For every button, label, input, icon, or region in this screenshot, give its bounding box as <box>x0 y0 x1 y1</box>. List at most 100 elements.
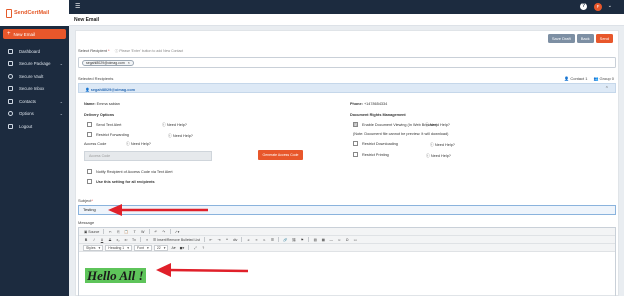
sidebar-item-dashboard[interactable]: Dashboard <box>0 45 69 58</box>
justify-icon[interactable]: ☰ <box>269 237 275 243</box>
spellcheck-icon[interactable]: ✓▾ <box>174 229 181 235</box>
sidebar-item-options[interactable]: Options ⌄ <box>0 108 69 121</box>
bulleted-list-icon[interactable]: ☰ Insert/Remove Bulleted List <box>152 237 201 243</box>
paste-word-icon[interactable]: W <box>140 229 146 235</box>
superscript-icon[interactable]: x² <box>123 237 129 243</box>
use-for-all-checkbox[interactable] <box>87 179 92 184</box>
paste-text-icon[interactable]: T <box>132 229 138 235</box>
enable-web-viewing-checkbox[interactable] <box>353 122 358 127</box>
remove-format-icon[interactable]: Tx <box>131 237 137 243</box>
hamburger-menu-icon[interactable]: ☰ <box>75 3 80 10</box>
recipient-input[interactable]: segahl8029@oimag.com × <box>78 57 616 68</box>
horizontal-line-icon[interactable]: ― <box>328 237 334 243</box>
back-button[interactable]: Back <box>576 34 594 43</box>
anchor-icon[interactable]: ⚑ <box>299 237 305 243</box>
source-button[interactable]: ▣ Source <box>83 229 100 235</box>
iframe-icon[interactable]: ▭ <box>352 237 358 243</box>
link-icon[interactable]: 🔗 <box>282 237 288 243</box>
recipient-panel-header[interactable]: 👤 segahl8029@oimag.com ⌃ <box>78 83 616 93</box>
image-icon[interactable]: ▨ <box>312 237 318 243</box>
paste-icon[interactable]: 📋 <box>123 229 129 235</box>
annotation-arrow-message <box>156 263 249 277</box>
new-email-label: New Email <box>13 31 36 37</box>
required-mark: * <box>108 48 110 53</box>
align-left-icon[interactable]: ⫷ <box>245 237 251 243</box>
cut-icon[interactable]: ✂ <box>107 229 113 235</box>
blockquote-icon[interactable]: ❝ <box>224 237 230 243</box>
recipient-label: Select Recipient * ⓘ Please 'Enter' butt… <box>78 48 183 54</box>
sidebar-item-label: Secure Package <box>19 61 51 67</box>
need-help-link[interactable]: ⓘ Need Help? <box>430 143 455 148</box>
need-help-link[interactable]: ⓘ Need Help? <box>168 134 193 139</box>
chevron-down-icon[interactable]: ⌄ <box>60 111 63 116</box>
user-avatar[interactable]: F <box>594 2 602 11</box>
sidebar-item-logout[interactable]: Logout <box>0 120 69 133</box>
smiley-icon[interactable]: ☺ <box>336 237 342 243</box>
logo-mark-icon <box>6 8 12 18</box>
restrict-forwarding-checkbox[interactable] <box>87 132 92 137</box>
notify-access-code-checkbox[interactable] <box>87 169 92 174</box>
div-icon[interactable]: div <box>232 237 238 243</box>
new-email-button[interactable]: + New Email <box>3 29 66 39</box>
send-button[interactable]: Send <box>595 34 613 43</box>
collapse-chevron-icon[interactable]: ⌃ <box>605 86 609 92</box>
access-code-input[interactable]: Access Code <box>84 151 212 161</box>
logo[interactable]: SendCertMail <box>0 0 69 26</box>
inbox-icon <box>8 86 13 92</box>
app-root: SendCertMail + New Email Dashboard Secure… <box>0 0 624 296</box>
font-dropdown[interactable]: Font ▾ <box>134 244 152 251</box>
size-dropdown[interactable]: 22 ▾ <box>153 244 169 251</box>
bg-color-icon[interactable]: ◼▾ <box>179 245 186 251</box>
need-help-link[interactable]: ⓘ Need Help? <box>126 142 151 147</box>
sidebar: SendCertMail + New Email Dashboard Secure… <box>0 0 69 296</box>
italic-icon[interactable]: I <box>91 237 97 243</box>
maximize-icon[interactable]: ⤢ <box>192 245 198 251</box>
redo-icon[interactable]: ↷ <box>161 229 167 235</box>
sidebar-item-label: Secure Inbox <box>19 86 45 92</box>
help-icon[interactable]: ? <box>200 245 206 251</box>
numbered-list-icon[interactable]: ≡ <box>144 237 150 243</box>
unlink-icon[interactable]: ⛓ <box>291 237 297 243</box>
sidebar-item-secure-inbox[interactable]: Secure Inbox <box>0 83 69 96</box>
strikethrough-icon[interactable]: S <box>107 237 113 243</box>
need-help-link[interactable]: ⓘ Need Help? <box>162 123 187 128</box>
generate-access-code-button[interactable]: Generate Access Code <box>258 150 303 160</box>
send-text-alert-checkbox[interactable] <box>87 122 92 127</box>
sidebar-item-label: Secure Vault <box>19 73 44 79</box>
sidebar-item-contacts[interactable]: Contacts ⌄ <box>0 95 69 108</box>
align-right-icon[interactable]: ⫸ <box>261 237 267 243</box>
chip-email: segahl8029@oimag.com <box>86 61 125 65</box>
help-icon[interactable]: ? <box>580 3 587 10</box>
send-text-alert-label: Send Text Alert <box>96 122 122 127</box>
subscript-icon[interactable]: x₂ <box>115 237 121 243</box>
topbar: ☰ ? F ⌄ <box>69 0 624 14</box>
page-title: New Email <box>74 16 100 23</box>
save-draft-button[interactable]: Save Draft <box>547 34 575 43</box>
table-icon[interactable]: ▦ <box>320 237 326 243</box>
undo-icon[interactable]: ↶ <box>153 229 159 235</box>
copy-icon[interactable]: ⎘ <box>115 229 121 235</box>
bold-icon[interactable]: B <box>83 237 89 243</box>
outdent-icon[interactable]: ⇤ <box>208 237 214 243</box>
gear-icon <box>8 111 13 117</box>
group-count: 👥 Group 0 <box>593 76 614 81</box>
sidebar-item-label: Dashboard <box>19 48 41 54</box>
format-dropdown[interactable]: Heading 1 ▾ <box>105 244 133 251</box>
chevron-down-icon[interactable]: ⌄ <box>60 61 63 66</box>
sidebar-item-secure-vault[interactable]: Secure Vault <box>0 70 69 83</box>
restrict-downloading-checkbox[interactable] <box>353 141 358 146</box>
underline-icon[interactable]: U <box>99 237 105 243</box>
recipient-phone: Phone: +1478654334 <box>350 102 388 106</box>
user-menu-chevron-icon[interactable]: ⌄ <box>608 3 612 9</box>
styles-dropdown[interactable]: Styles ▾ <box>83 244 104 251</box>
need-help-link[interactable]: ⓘ Need Help? <box>426 154 451 159</box>
chip-remove-icon[interactable]: × <box>128 61 130 65</box>
text-color-icon[interactable]: A▾ <box>170 245 176 251</box>
need-help-link[interactable]: ⓘ Need Help? <box>425 123 450 128</box>
restrict-printing-checkbox[interactable] <box>353 152 358 157</box>
align-center-icon[interactable]: ≡ <box>253 237 259 243</box>
indent-icon[interactable]: ⇥ <box>216 237 222 243</box>
chevron-down-icon[interactable]: ⌄ <box>60 99 63 104</box>
special-char-icon[interactable]: Ω <box>344 237 350 243</box>
sidebar-item-secure-package[interactable]: Secure Package ⌄ <box>0 58 69 71</box>
